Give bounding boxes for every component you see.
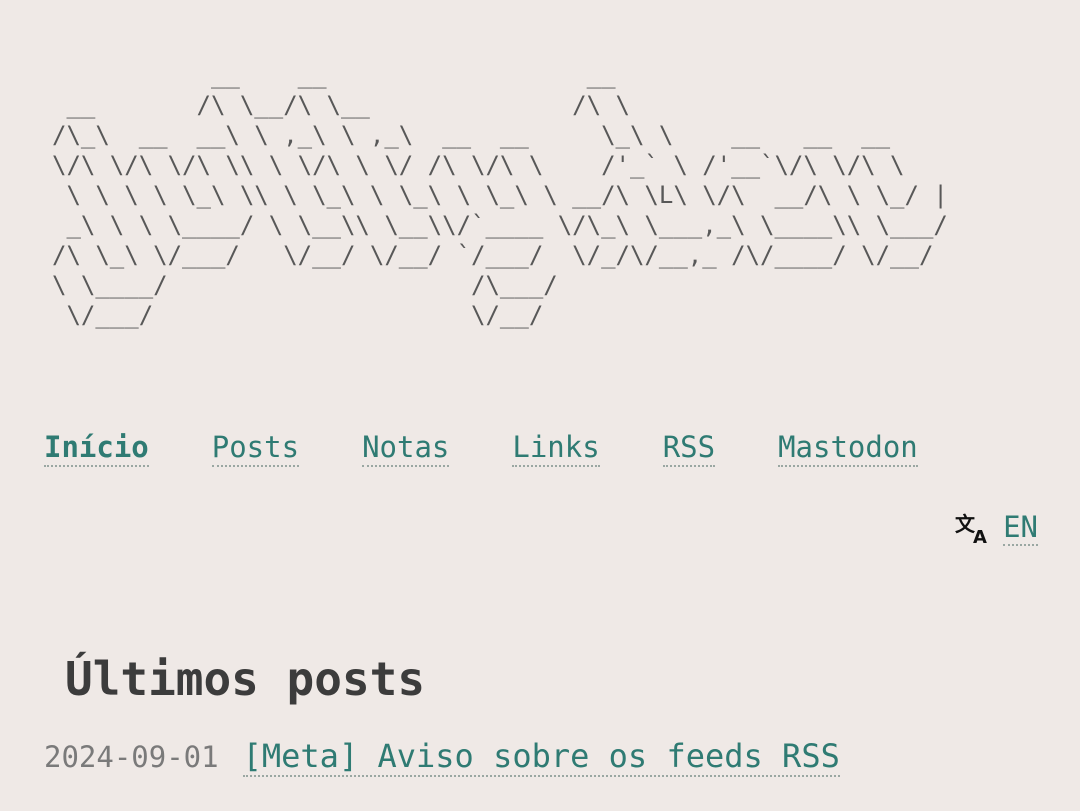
post-date: 2024-09-01 [44,740,219,774]
post-title-link[interactable]: [Meta] Aviso sobre os feeds RSS [242,738,840,777]
svg-text:A: A [973,527,987,545]
nav-item-inicio[interactable]: Início [44,430,149,467]
nav-item-notas[interactable]: Notas [362,430,450,467]
nav-item-links[interactable]: Links [512,430,600,467]
nav-item-posts[interactable]: Posts [211,430,300,467]
nav-item-rss[interactable]: RSS [662,430,716,467]
page: __ __ __ __ /\ \__/\ \__ /\ \ /\_\ __ __… [0,0,1080,811]
language-link-en[interactable]: EN [1003,511,1038,546]
section-title: Últimos posts [65,652,426,706]
translate-icon: 文 A [955,513,991,545]
post-list-item: 2024-09-01 [Meta] Aviso sobre os feeds R… [44,738,840,777]
ascii-logo[interactable]: __ __ __ __ /\ \__/\ \__ /\ \ /\_\ __ __… [52,60,948,330]
main-nav: Início Posts Notas Links RSS Mastodon [44,430,981,467]
nav-item-mastodon[interactable]: Mastodon [778,430,918,467]
language-switcher: 文 A EN [955,511,1038,546]
